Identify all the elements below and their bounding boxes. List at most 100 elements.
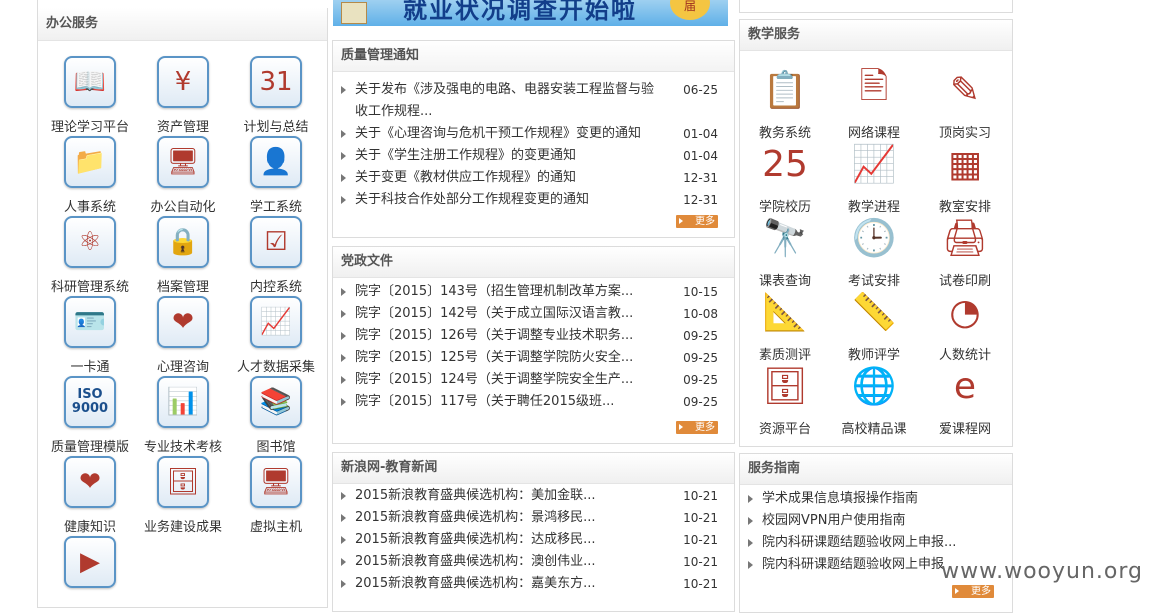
teaching-services-title: 教学服务	[740, 20, 1012, 51]
teaching-item[interactable]: 🌐 高校精品课	[826, 362, 922, 437]
list-item[interactable]: 2015新浪教育盛典候选机构：景鸿移民... 10-21	[339, 507, 724, 529]
office-services-panel: 办公服务 📖 理论学习平台 ¥ 资产管理 31 计划与总结 📁 人事系统 🖥 办公自动化 👤 学工系统…	[37, 8, 328, 608]
office-item[interactable]: 🖥 虚拟主机	[228, 456, 324, 535]
list-item[interactable]: 2015新浪教育盛典候选机构：达成移民... 10-21	[339, 529, 724, 551]
teaching-item[interactable]: e 爱课程网	[917, 362, 1012, 438]
office-item[interactable]: ISO 9000 质量管理模版	[42, 376, 138, 455]
list-item[interactable]: 院内科研课题结题验收网上申报...	[746, 532, 1008, 554]
list-item[interactable]: 2015新浪教育盛典候选机构：澳创伟业... 10-21	[339, 551, 724, 573]
quality-notice-panel: 质量管理通知 关于发布《涉及强电的电路、电器安装工程监督与验收工作规程... 06…	[332, 40, 735, 238]
teaching-item[interactable]: 📋 教务系统	[740, 66, 833, 141]
list-item[interactable]: 院字〔2015〕125号（关于调整学院防火安全... 09-25	[339, 347, 724, 369]
list-item-title[interactable]: 院内科研课题结题验收网上申报...	[762, 532, 1004, 554]
teaching-item[interactable]: 🔭 课表查询	[740, 214, 833, 289]
office-item[interactable]: 📈 人才数据采集	[228, 296, 324, 375]
list-item[interactable]: 院字〔2015〕143号（招生管理机制改革方案... 10-15	[339, 281, 724, 303]
list-item[interactable]: 关于发布《涉及强电的电路、电器安装工程监督与验收工作规程... 06-25	[339, 79, 724, 123]
office-item[interactable]: 🗄 业务建设成果	[135, 456, 231, 535]
list-item-title[interactable]: 2015新浪教育盛典候选机构：嘉美东方...	[355, 573, 666, 595]
survey-banner[interactable]: 就业状况调查开始啦 届	[333, 0, 728, 26]
list-item-title[interactable]: 院字〔2015〕124号（关于调整学院安全生产...	[355, 369, 666, 391]
list-item-title[interactable]: 2015新浪教育盛典候选机构：美加金联...	[355, 485, 666, 507]
teaching-item[interactable]: 25 学院校历	[740, 140, 833, 216]
teaching-item[interactable]: 🕒 考试安排	[826, 214, 922, 289]
chart-up-icon: 📈	[250, 296, 302, 348]
office-item[interactable]: 🔒 档案管理	[135, 216, 231, 295]
teaching-item[interactable]: 🖨 试卷印刷	[917, 214, 1012, 289]
teaching-item-label: 学院校历	[758, 200, 811, 215]
list-item-title[interactable]: 院字〔2015〕143号（招生管理机制改革方案...	[355, 281, 666, 303]
teaching-item[interactable]: ✎ 顶岗实习	[917, 66, 1012, 142]
quality-more-button[interactable]: 更多	[676, 215, 718, 228]
list-item-date: 10-21	[683, 489, 718, 503]
list-item[interactable]: 关于《学生注册工作规程》的变更通知 01-04	[339, 145, 724, 167]
list-item-title[interactable]: 关于变更《教材供应工作规程》的通知	[355, 167, 666, 189]
office-item-label: 计划与总结	[243, 120, 309, 135]
office-item[interactable]: ❤ 心理咨询	[135, 296, 231, 375]
office-item[interactable]: 📖 理论学习平台	[42, 56, 138, 135]
office-item[interactable]: 🖥 办公自动化	[135, 136, 231, 215]
list-item[interactable]: 2015新浪教育盛典候选机构：嘉美东方... 10-21	[339, 573, 724, 595]
list-item-title[interactable]: 院字〔2015〕117号（关于聘任2015级班...	[355, 391, 666, 413]
list-item[interactable]: 院字〔2015〕124号（关于调整学院安全生产... 09-25	[339, 369, 724, 391]
list-item-title[interactable]: 学术成果信息填报操作指南	[762, 488, 1004, 510]
sina-news-title: 新浪网-教育新闻	[333, 453, 734, 484]
list-item-date: 09-25	[683, 329, 718, 343]
office-item[interactable]: 📚 图书馆	[228, 376, 324, 455]
teaching-item[interactable]: 📏 教师评学	[826, 288, 922, 363]
teaching-item[interactable]: 🖹 网络课程	[826, 66, 922, 142]
teaching-item[interactable]: 📈 教学进程	[826, 140, 922, 215]
list-item-title[interactable]: 2015新浪教育盛典候选机构：澳创伟业...	[355, 551, 666, 573]
list-item-title[interactable]: 关于《学生注册工作规程》的变更通知	[355, 145, 666, 167]
office-item[interactable]: ⚛ 科研管理系统	[42, 216, 138, 295]
list-item-title[interactable]: 2015新浪教育盛典候选机构：景鸿移民...	[355, 507, 666, 529]
clock-icon: 🕒	[851, 218, 897, 259]
printer-icon: 🖨	[942, 218, 988, 259]
list-item[interactable]: 院字〔2015〕126号（关于调整专业技术职务... 09-25	[339, 325, 724, 347]
teaching-item[interactable]: ▦ 教室安排	[917, 140, 1012, 216]
list-item[interactable]: 关于科技合作处部分工作规程变更的通知 12-31	[339, 189, 724, 211]
office-item[interactable]: 📊 专业技术考核	[135, 376, 231, 455]
list-item-date: 10-21	[683, 511, 718, 525]
list-item-title[interactable]: 校园网VPN用户使用指南	[762, 510, 1004, 532]
list-item-title[interactable]: 关于科技合作处部分工作规程变更的通知	[355, 189, 666, 211]
office-item[interactable]: ¥ 资产管理	[135, 56, 231, 135]
office-item[interactable]: 📁 人事系统	[42, 136, 138, 215]
list-item-title[interactable]: 关于《心理咨询与危机干预工作规程》变更的通知	[355, 123, 666, 145]
list-item-title[interactable]: 院字〔2015〕142号（关于成立国际汉语言教...	[355, 303, 666, 325]
office-item[interactable]: ▶	[42, 536, 138, 596]
bullet-arrow-icon	[341, 86, 346, 94]
office-item[interactable]: 31 计划与总结	[228, 56, 324, 135]
teaching-item[interactable]: ◔ 人数统计	[917, 288, 1012, 364]
list-item-title[interactable]: 院字〔2015〕125号（关于调整学院防火安全...	[355, 347, 666, 369]
list-item[interactable]: 关于变更《教材供应工作规程》的通知 12-31	[339, 167, 724, 189]
teaching-item-label: 教室安排	[938, 200, 991, 215]
office-item[interactable]: ❤ 健康知识	[42, 456, 138, 535]
list-item-date: 12-31	[683, 171, 718, 185]
teaching-item[interactable]: 📐 素质测评	[740, 288, 833, 363]
list-item[interactable]: 院字〔2015〕142号（关于成立国际汉语言教... 10-08	[339, 303, 724, 325]
office-item[interactable]: 🪪 一卡通	[42, 296, 138, 375]
guide-more-button[interactable]: 更多	[952, 585, 994, 598]
list-item[interactable]: 学术成果信息填报操作指南	[746, 488, 1008, 510]
bullet-arrow-icon	[341, 152, 346, 160]
list-item[interactable]: 院字〔2015〕117号（关于聘任2015级班... 09-25	[339, 391, 724, 413]
list-item-title[interactable]: 2015新浪教育盛典候选机构：达成移民...	[355, 529, 666, 551]
list-item[interactable]: 校园网VPN用户使用指南	[746, 510, 1008, 532]
blackboard-icon: 📋	[762, 70, 808, 111]
teaching-item-label: 爱课程网	[938, 422, 991, 437]
bullet-arrow-icon	[341, 288, 346, 296]
office-item-label: 健康知识	[63, 520, 116, 535]
list-item[interactable]: 2015新浪教育盛典候选机构：美加金联... 10-21	[339, 485, 724, 507]
list-item-title[interactable]: 院字〔2015〕126号（关于调整专业技术职务...	[355, 325, 666, 347]
office-item[interactable]: 👤 学工系统	[228, 136, 324, 215]
party-more-button[interactable]: 更多	[676, 421, 718, 434]
list-item[interactable]: 关于《心理咨询与危机干预工作规程》变更的通知 01-04	[339, 123, 724, 145]
teaching-item[interactable]: 🗄 资源平台	[740, 362, 833, 437]
office-item[interactable]: ☑ 内控系统	[228, 216, 324, 295]
list-item-date: 09-25	[683, 351, 718, 365]
media-player-icon: ▶	[64, 536, 116, 588]
bullet-arrow-icon	[341, 332, 346, 340]
sina-news-list: 2015新浪教育盛典候选机构：美加金联... 10-21 2015新浪教育盛典候选机…	[339, 485, 724, 595]
list-item-title[interactable]: 关于发布《涉及强电的电路、电器安装工程监督与验收工作规程...	[355, 79, 666, 123]
